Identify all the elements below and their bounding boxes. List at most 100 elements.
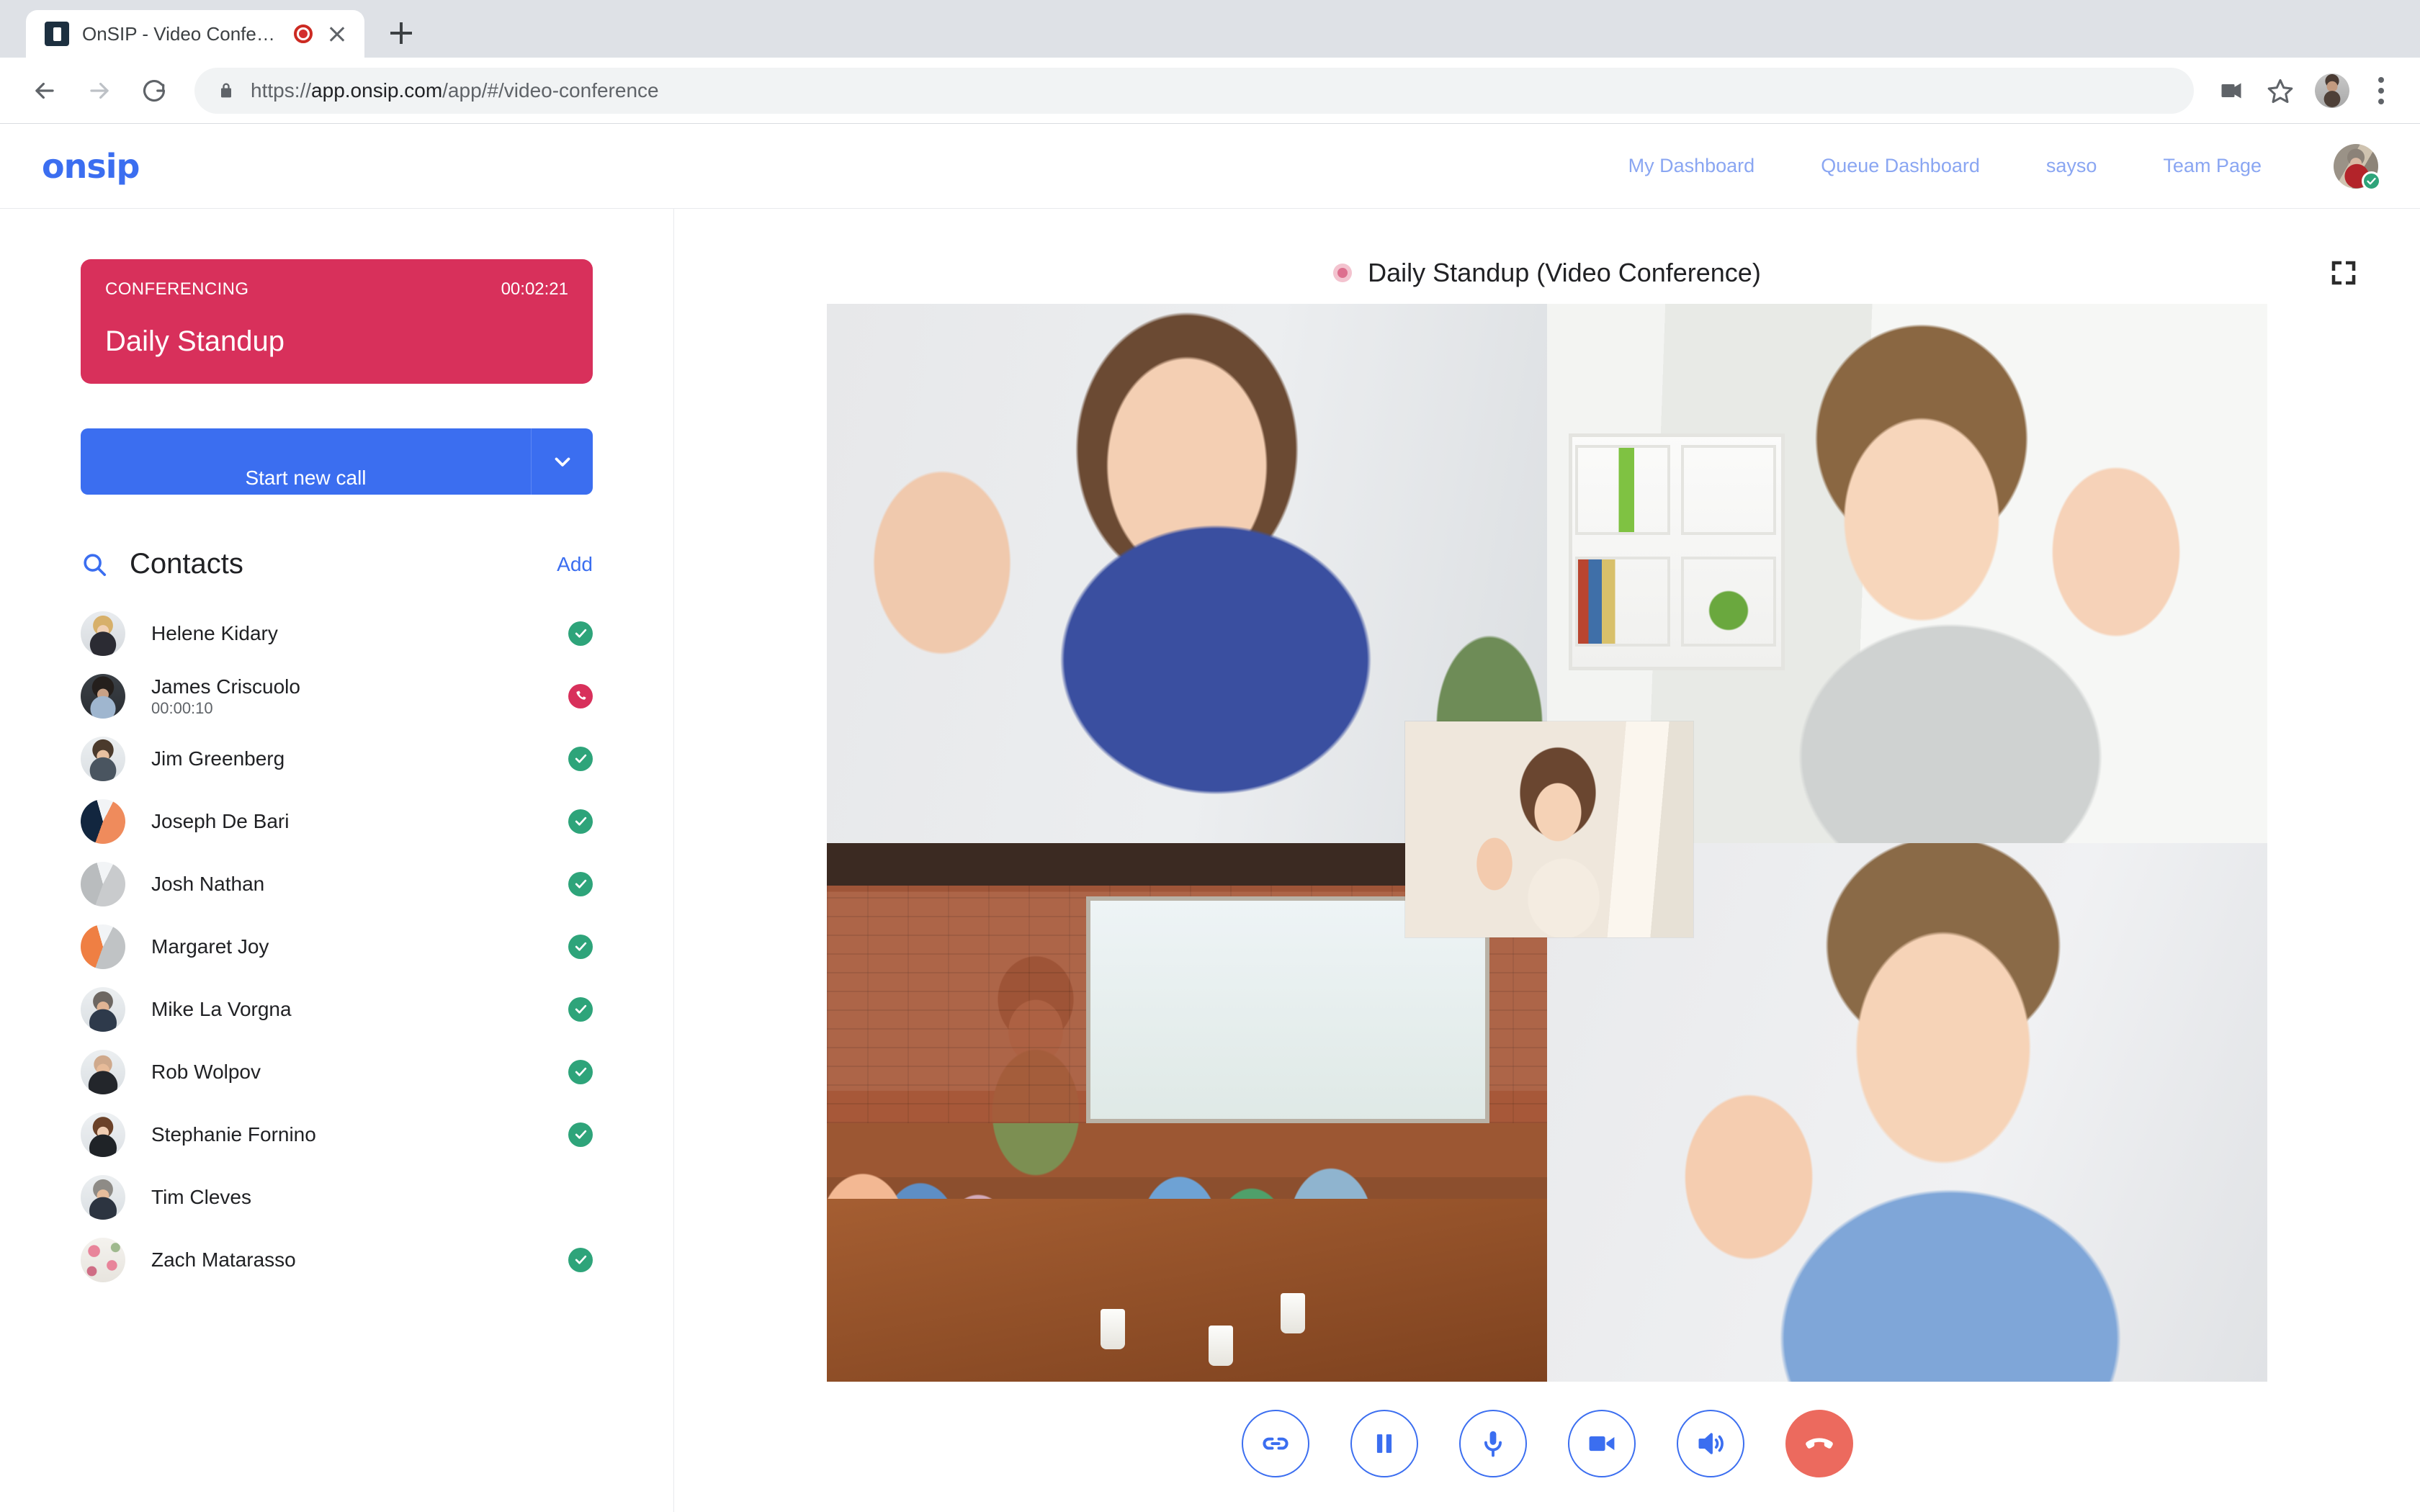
avatar — [81, 924, 125, 969]
status-badge-available — [568, 1059, 593, 1084]
hold-button[interactable] — [1350, 1410, 1418, 1477]
status-badge-available — [568, 871, 593, 896]
status-badge-available — [568, 996, 593, 1022]
camera-permission-icon[interactable] — [2208, 68, 2254, 114]
contact-list-item[interactable]: Zach Matarasso — [81, 1228, 593, 1291]
contact-name: Josh Nathan — [151, 873, 265, 895]
avatar — [81, 736, 125, 781]
contact-list-item[interactable]: Stephanie Fornino — [81, 1103, 593, 1166]
reload-icon[interactable] — [128, 65, 180, 117]
start-new-call-button[interactable]: Start new call — [81, 428, 531, 495]
background-table — [827, 1198, 1547, 1382]
browser-profile-avatar[interactable] — [2315, 73, 2349, 108]
start-call-dropdown-button[interactable] — [531, 428, 593, 495]
lock-icon — [221, 83, 231, 97]
avatar — [81, 798, 125, 844]
contact-list-item[interactable]: Josh Nathan — [81, 852, 593, 915]
nav-item-sayso[interactable]: sayso — [2013, 155, 2130, 177]
contact-name: Rob Wolpov — [151, 1061, 261, 1083]
contact-call-timer: 00:00:10 — [151, 699, 213, 717]
contacts-title: Contacts — [130, 548, 243, 580]
call-controls — [1241, 1410, 1853, 1477]
speaker-icon — [1698, 1433, 1724, 1454]
back-arrow-icon[interactable] — [19, 65, 71, 117]
tab-title: OnSIP - Video Conference — [82, 22, 281, 45]
toggle-video-button[interactable] — [1567, 1410, 1636, 1477]
close-tab-icon[interactable] — [326, 22, 349, 45]
chevron-down-icon — [555, 457, 570, 467]
mute-microphone-button[interactable] — [1458, 1410, 1527, 1477]
onsip-app: onsip My Dashboard Queue Dashboard sayso… — [0, 124, 2420, 1512]
recording-indicator-icon[interactable] — [294, 24, 313, 43]
new-tab-button[interactable] — [380, 13, 421, 53]
contact-list-item[interactable]: Margaret Joy — [81, 915, 593, 978]
microphone-icon — [1484, 1431, 1502, 1457]
contact-list-item[interactable]: Helene Kidary — [81, 602, 593, 665]
add-contact-link[interactable]: Add — [557, 553, 593, 576]
self-view-pip[interactable] — [1405, 721, 1693, 937]
star-icon[interactable] — [2257, 68, 2303, 114]
status-badge-available — [568, 934, 593, 959]
conference-header: Daily Standup (Video Conference) — [674, 242, 2420, 304]
contact-list-item[interactable]: James Criscuolo 00:00:10 — [81, 665, 593, 727]
hangup-button[interactable] — [1785, 1410, 1853, 1477]
conference-name: Daily Standup — [105, 325, 285, 357]
contact-list-item[interactable]: Rob Wolpov — [81, 1040, 593, 1103]
conference-status-label: CONFERENCING — [105, 279, 249, 299]
video-conference-main: Daily Standup (Video Conference) — [674, 209, 2420, 1512]
conference-timer: 00:02:21 — [501, 279, 568, 299]
contact-name: Jim Greenberg — [151, 747, 285, 770]
status-badge-available — [568, 1122, 593, 1147]
merge-call-button[interactable] — [1241, 1410, 1309, 1477]
contact-text-block: James Criscuolo 00:00:10 — [125, 674, 300, 718]
status-badge-on-call — [568, 683, 593, 708]
status-badge-offline — [568, 1185, 593, 1210]
live-indicator-icon — [1333, 264, 1353, 282]
user-avatar[interactable] — [2334, 143, 2381, 191]
avatar — [81, 611, 125, 656]
contacts-header: Contacts Add — [81, 548, 593, 580]
contacts-list: Helene Kidary James Criscuolo 00:00:10 J… — [81, 602, 593, 1291]
availability-status-badge — [2362, 171, 2381, 191]
contact-name: Mike La Vorgna — [151, 998, 292, 1020]
contact-name: Margaret Joy — [151, 935, 269, 958]
avatar — [81, 673, 125, 719]
speaker-button[interactable] — [1676, 1410, 1744, 1477]
conference-card-header: CONFERENCING 00:02:21 — [105, 279, 568, 300]
nav-item-my-dashboard[interactable]: My Dashboard — [1595, 155, 1788, 177]
forward-arrow-icon[interactable] — [73, 65, 125, 117]
status-badge-available — [568, 746, 593, 771]
nav-item-queue-dashboard[interactable]: Queue Dashboard — [1788, 155, 2013, 177]
sidebar: CONFERENCING 00:02:21 Daily Standup Star… — [0, 209, 674, 1512]
avatar — [81, 1049, 125, 1094]
video-grid — [827, 304, 2267, 1382]
nav-item-team-page[interactable]: Team Page — [2130, 155, 2295, 177]
browser-tab-strip: OnSIP - Video Conference — [0, 0, 2420, 58]
pause-icon — [1376, 1434, 1392, 1453]
three-dot-menu-icon[interactable] — [2361, 68, 2401, 114]
fullscreen-button[interactable] — [2323, 253, 2364, 293]
contact-list-item[interactable]: Mike La Vorgna — [81, 978, 593, 1040]
contact-list-item[interactable]: Joseph De Bari — [81, 790, 593, 852]
browser-toolbar: https://app.onsip.com/app/#/video-confer… — [0, 58, 2420, 124]
main-navigation: My Dashboard Queue Dashboard sayso Team … — [1595, 143, 2381, 191]
browser-tab[interactable]: OnSIP - Video Conference — [26, 10, 364, 58]
coffee-cup — [1281, 1292, 1305, 1333]
search-icon — [84, 553, 107, 576]
app-body: CONFERENCING 00:02:21 Daily Standup Star… — [0, 209, 2420, 1512]
contact-name: Zach Matarasso — [151, 1248, 296, 1271]
hangup-phone-icon — [1805, 1438, 1833, 1449]
active-conference-card[interactable]: CONFERENCING 00:02:21 Daily Standup — [81, 259, 593, 384]
contact-list-item[interactable]: Tim Cleves — [81, 1166, 593, 1228]
avatar — [81, 1174, 125, 1220]
video-camera-icon — [1589, 1436, 1614, 1452]
onsip-favicon-icon — [45, 22, 69, 46]
avatar — [81, 986, 125, 1032]
coffee-cup — [1101, 1309, 1125, 1350]
page-title: Daily Standup (Video Conference) — [1368, 258, 1761, 287]
contact-list-item[interactable]: Jim Greenberg — [81, 727, 593, 790]
contact-name: Tim Cleves — [151, 1186, 251, 1208]
address-bar[interactable]: https://app.onsip.com/app/#/video-confer… — [194, 67, 2194, 114]
avatar — [81, 1237, 125, 1282]
onsip-logo[interactable]: onsip — [42, 147, 140, 186]
